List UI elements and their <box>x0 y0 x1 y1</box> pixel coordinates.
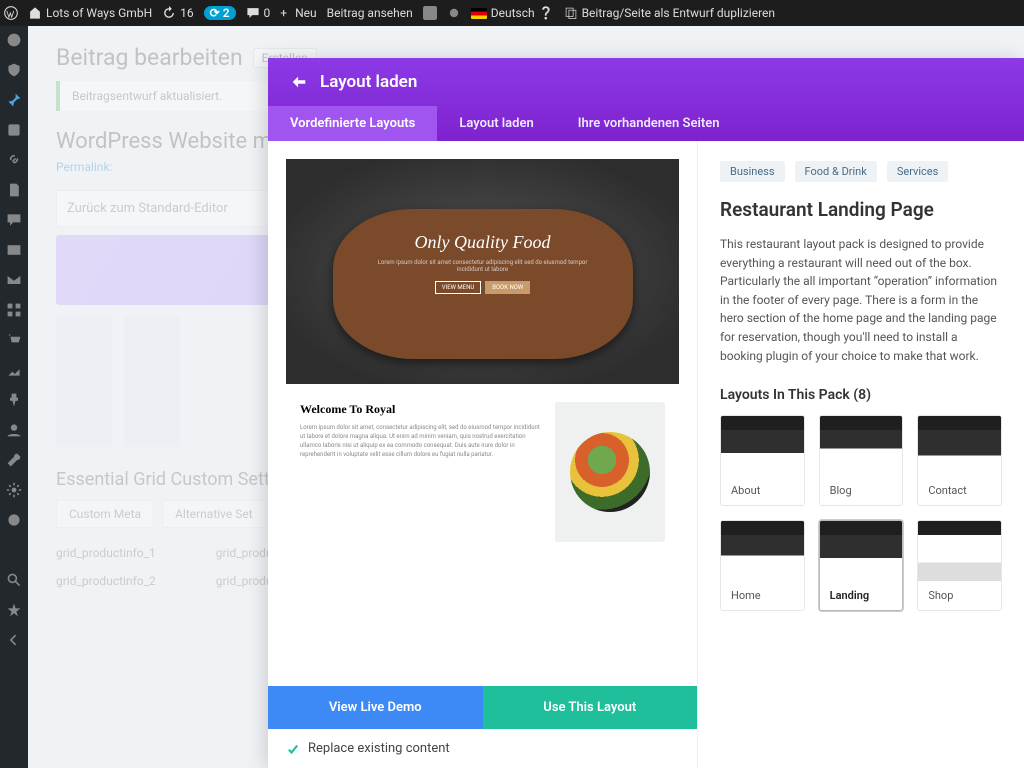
replace-content-row[interactable]: Replace existing content <box>268 729 697 768</box>
pack-card-shop[interactable]: Shop <box>917 520 1002 611</box>
users-icon[interactable] <box>6 422 22 438</box>
revisions-count: 16 <box>180 6 194 20</box>
layout-preview: Only Quality Food Lorem ipsum dolor sit … <box>268 141 698 768</box>
language-switch[interactable]: Deutsch ❔ <box>471 6 554 20</box>
link-icon[interactable] <box>6 152 22 168</box>
admin-bar: Lots of Ways GmbH 16 ⟳ 2 0 +Neu Beitrag … <box>0 0 1024 26</box>
mail-icon[interactable] <box>6 272 22 288</box>
hero-lorem: Lorem ipsum dolor sit amet consectetur a… <box>373 259 593 273</box>
pack-card-blog[interactable]: Blog <box>819 415 904 506</box>
status-dot-icon[interactable] <box>447 6 461 20</box>
updates[interactable]: ⟳ 2 <box>204 6 236 20</box>
cart-icon[interactable] <box>6 332 22 348</box>
wp-logo[interactable] <box>4 6 18 20</box>
tab-existing[interactable]: Ihre vorhandenen Seiten <box>556 106 742 141</box>
pack-card-about[interactable]: About <box>720 415 805 506</box>
star-icon[interactable] <box>6 602 22 618</box>
use-layout-button[interactable]: Use This Layout <box>483 686 698 729</box>
pin-icon[interactable] <box>6 92 22 108</box>
back-arrow-icon[interactable] <box>290 73 308 91</box>
duplicate-post[interactable]: Beitrag/Seite als Entwurf duplizieren <box>564 6 775 20</box>
help-icon: ❔ <box>539 6 554 20</box>
welcome-title: Welcome To Royal <box>300 402 541 417</box>
admin-menu-rail <box>0 26 28 768</box>
tag-food[interactable]: Food & Drink <box>795 161 877 182</box>
collapse-icon[interactable] <box>6 632 22 648</box>
plugins-icon[interactable] <box>6 392 22 408</box>
projects-icon[interactable] <box>6 242 22 258</box>
layout-title: Restaurant Landing Page <box>720 198 1002 221</box>
layout-modal: Layout laden Vordefinierte Layouts Layou… <box>268 58 1024 768</box>
settings-icon[interactable] <box>6 482 22 498</box>
pack-card-home[interactable]: Home <box>720 520 805 611</box>
replace-label: Replace existing content <box>308 741 450 756</box>
modal-header: Layout laden Vordefinierte Layouts Layou… <box>268 58 1024 141</box>
pages-icon[interactable] <box>6 182 22 198</box>
pack-card-contact[interactable]: Contact <box>917 415 1002 506</box>
comments-icon[interactable] <box>6 212 22 228</box>
view-demo-button[interactable]: View Live Demo <box>268 686 483 729</box>
flag-de-icon <box>471 8 487 19</box>
layout-description: This restaurant layout pack is designed … <box>720 235 1002 365</box>
view-post[interactable]: Beitrag ansehen <box>327 6 413 20</box>
preview-hero: Only Quality Food Lorem ipsum dolor sit … <box>286 159 679 384</box>
analytics-icon[interactable] <box>6 542 22 558</box>
revisions[interactable]: 16 <box>162 6 194 20</box>
new-label: Neu <box>295 6 317 20</box>
modal-tabs: Vordefinierte Layouts Layout laden Ihre … <box>268 106 1024 141</box>
layout-pack-grid: About Blog Contact Home Landing Shop <box>720 415 1002 611</box>
tools-icon[interactable] <box>6 452 22 468</box>
hero-btn-fill: BOOK NOW <box>485 281 530 294</box>
media-icon[interactable] <box>6 122 22 138</box>
tab-predefined[interactable]: Vordefinierte Layouts <box>268 106 437 141</box>
language-label: Deutsch <box>491 6 535 20</box>
comments[interactable]: 0 <box>246 6 271 20</box>
check-icon <box>286 742 300 756</box>
duplicate-label: Beitrag/Seite als Entwurf duplizieren <box>582 6 775 20</box>
appearance-icon[interactable] <box>6 362 22 378</box>
hero-btn-outline: VIEW MENU <box>435 281 482 294</box>
grid-icon[interactable] <box>6 302 22 318</box>
vegetable-image <box>555 402 665 542</box>
site-name-text: Lots of Ways GmbH <box>46 6 152 20</box>
layout-details: Business Food & Drink Services Restauran… <box>698 141 1024 768</box>
tab-load[interactable]: Layout laden <box>437 106 555 141</box>
hero-title: Only Quality Food <box>415 232 551 253</box>
comments-count: 0 <box>264 6 271 20</box>
modal-title-text: Layout laden <box>320 72 417 92</box>
yoast-icon[interactable] <box>423 6 437 20</box>
site-name[interactable]: Lots of Ways GmbH <box>28 6 152 20</box>
dashboard-icon[interactable] <box>6 32 22 48</box>
tag-services[interactable]: Services <box>887 161 948 182</box>
welcome-lorem: Lorem ipsum dolor sit amet, consectetur … <box>300 423 541 459</box>
new-content[interactable]: +Neu <box>280 6 316 20</box>
search-icon[interactable] <box>6 572 22 588</box>
preview-actions: View Live Demo Use This Layout <box>268 686 697 729</box>
seo-icon[interactable] <box>6 512 22 528</box>
category-tags: Business Food & Drink Services <box>720 161 1002 182</box>
tag-business[interactable]: Business <box>720 161 785 182</box>
pack-heading: Layouts In This Pack (8) <box>720 387 1002 403</box>
shield-icon[interactable] <box>6 62 22 78</box>
preview-section-welcome: Welcome To Royal Lorem ipsum dolor sit a… <box>286 384 679 560</box>
pack-card-landing[interactable]: Landing <box>819 520 904 611</box>
